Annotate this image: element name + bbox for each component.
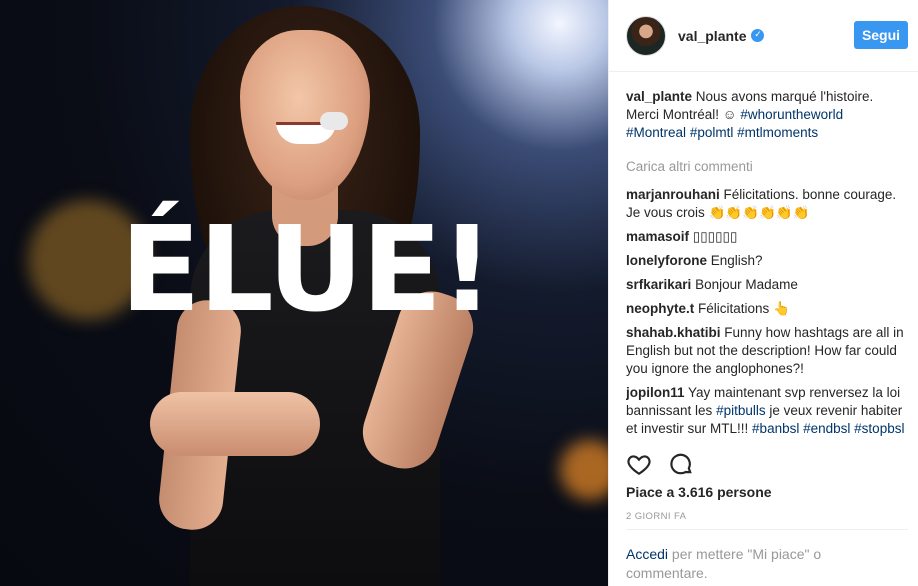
comment-item: lonelyforone English? (626, 252, 906, 270)
post-header: val_plante ✓ Segui (609, 0, 918, 72)
post-timestamp: 2 GIORNI FA (626, 511, 687, 522)
divider (626, 529, 908, 530)
comment-item: srfkarikari Bonjour Madame (626, 276, 906, 294)
verified-badge-icon: ✓ (751, 29, 765, 42)
comment-username[interactable]: srfkarikari (626, 277, 691, 292)
caption: val_plante Nous avons marqué l'histoire.… (626, 88, 906, 142)
login-link[interactable]: Accedi (626, 546, 668, 562)
heart-icon[interactable] (626, 451, 652, 477)
comment-text: Félicitations 👆 (698, 301, 790, 316)
comment-text: ▯▯▯▯▯▯ (692, 229, 738, 244)
hashtag-link[interactable]: #endbsl (803, 421, 850, 436)
comment-item: jopilon11 Yay maintenant svp renversez l… (626, 384, 906, 438)
headset-microphone (320, 112, 348, 130)
comment-item: shahab.khatibi Funny how hashtags are al… (626, 324, 906, 378)
hashtag-link[interactable]: #pitbulls (716, 403, 766, 418)
comment-list: marjanrouhani Félicitations. bonne coura… (626, 186, 906, 446)
comment-username[interactable]: marjanrouhani (626, 187, 720, 202)
comment-username[interactable]: mamasoif (626, 229, 689, 244)
post-photo[interactable]: ÉLUE! (0, 0, 608, 586)
post-sidebar: val_plante ✓ Segui val_plante Nous avons… (608, 0, 918, 586)
load-more-comments-link[interactable]: Carica altri commenti (626, 158, 906, 176)
header-username[interactable]: val_plante (678, 28, 746, 44)
hashtag-link[interactable]: #Montreal (626, 125, 686, 140)
photo-headline: ÉLUE! (120, 200, 494, 338)
comment-username[interactable]: neophyte.t (626, 301, 694, 316)
hashtag-link[interactable]: #whorunthe​world (740, 107, 843, 122)
post-actions (626, 451, 694, 477)
bokeh-light (560, 440, 608, 500)
comment-username[interactable]: lonelyforone (626, 253, 707, 268)
comments-section: val_plante Nous avons marqué l'histoire.… (626, 88, 906, 446)
comment-username[interactable]: jopilon11 (626, 385, 685, 400)
comment-text: English? (710, 253, 763, 268)
comment-text: Bonjour Madame (695, 277, 798, 292)
login-prompt: Accedi per mettere "Mi piace" o commenta… (626, 545, 906, 583)
follow-button[interactable]: Segui (854, 20, 908, 49)
instagram-post: ÉLUE! val_plante ✓ Segui val_plante Nous… (0, 0, 918, 586)
hashtag-link[interactable]: #mtlmoments (737, 125, 818, 140)
comment-bubble-icon[interactable] (668, 451, 694, 477)
person-hands (150, 392, 320, 456)
comment-username[interactable]: shahab.khatibi (626, 325, 721, 340)
comment-item: marjanrouhani Félicitations. bonne coura… (626, 186, 906, 222)
comment-item: mamasoif ▯▯▯▯▯▯ (626, 228, 906, 246)
caption-username[interactable]: val_plante (626, 89, 692, 104)
hashtag-link[interactable]: #polmtl (690, 125, 734, 140)
hashtag-link[interactable]: #banbsl (752, 421, 799, 436)
hashtag-link[interactable]: #stopbsl (854, 421, 904, 436)
comment-item: neophyte.t Félicitations 👆 (626, 300, 906, 318)
avatar[interactable] (626, 15, 666, 56)
like-count[interactable]: Piace a 3.616 persone (626, 484, 772, 500)
